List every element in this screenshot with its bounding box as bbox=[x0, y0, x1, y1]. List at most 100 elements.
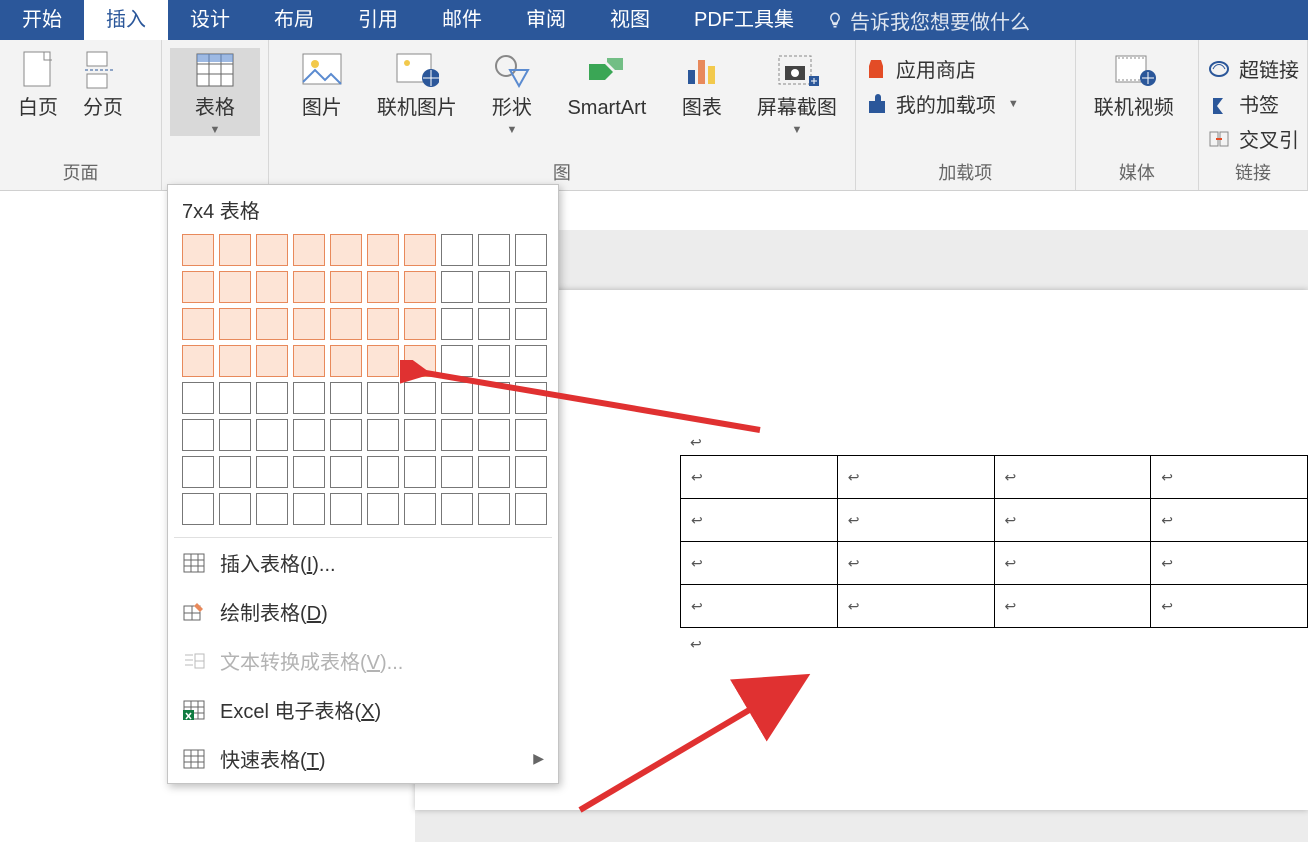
grid-cell[interactable] bbox=[256, 493, 288, 525]
grid-cell[interactable] bbox=[478, 493, 510, 525]
grid-cell[interactable] bbox=[219, 419, 251, 451]
grid-cell[interactable] bbox=[293, 234, 325, 266]
tab-review[interactable]: 审阅 bbox=[504, 0, 588, 40]
grid-cell[interactable] bbox=[330, 345, 362, 377]
excel-spreadsheet-menuitem[interactable]: Excel 电子表格(X) bbox=[168, 685, 558, 734]
grid-cell[interactable] bbox=[182, 419, 214, 451]
grid-cell[interactable] bbox=[219, 308, 251, 340]
grid-cell[interactable] bbox=[478, 271, 510, 303]
grid-cell[interactable] bbox=[404, 271, 436, 303]
table-cell[interactable]: ↩ bbox=[681, 456, 838, 499]
table-cell[interactable]: ↩ bbox=[1151, 499, 1308, 542]
grid-cell[interactable] bbox=[256, 456, 288, 488]
grid-cell[interactable] bbox=[404, 234, 436, 266]
tab-design[interactable]: 设计 bbox=[168, 0, 252, 40]
table-cell[interactable]: ↩ bbox=[1151, 585, 1308, 628]
table-button[interactable]: 表格 ▼ bbox=[170, 48, 260, 136]
grid-cell[interactable] bbox=[330, 382, 362, 414]
page-break-button[interactable]: 分页 bbox=[68, 48, 138, 120]
grid-cell[interactable] bbox=[256, 382, 288, 414]
grid-cell[interactable] bbox=[515, 345, 547, 377]
grid-cell[interactable] bbox=[478, 308, 510, 340]
grid-cell[interactable] bbox=[404, 493, 436, 525]
table-cell[interactable]: ↩ bbox=[837, 542, 994, 585]
grid-cell[interactable] bbox=[441, 456, 473, 488]
grid-cell[interactable] bbox=[515, 234, 547, 266]
grid-cell[interactable] bbox=[182, 382, 214, 414]
screenshot-button[interactable]: 屏幕截图 ▼ bbox=[747, 48, 847, 136]
grid-cell[interactable] bbox=[367, 456, 399, 488]
tab-insert[interactable]: 插入 bbox=[84, 0, 168, 40]
grid-cell[interactable] bbox=[404, 308, 436, 340]
grid-cell[interactable] bbox=[330, 493, 362, 525]
tab-view[interactable]: 视图 bbox=[588, 0, 672, 40]
grid-cell[interactable] bbox=[182, 234, 214, 266]
table-cell[interactable]: ↩ bbox=[1151, 542, 1308, 585]
table-cell[interactable]: ↩ bbox=[994, 585, 1151, 628]
grid-cell[interactable] bbox=[182, 308, 214, 340]
grid-cell[interactable] bbox=[441, 234, 473, 266]
table-cell[interactable]: ↩ bbox=[994, 542, 1151, 585]
grid-cell[interactable] bbox=[478, 456, 510, 488]
table-cell[interactable]: ↩ bbox=[994, 499, 1151, 542]
grid-cell[interactable] bbox=[441, 493, 473, 525]
grid-cell[interactable] bbox=[515, 456, 547, 488]
grid-cell[interactable] bbox=[293, 456, 325, 488]
grid-cell[interactable] bbox=[478, 419, 510, 451]
grid-cell[interactable] bbox=[441, 345, 473, 377]
tab-references[interactable]: 引用 bbox=[336, 0, 420, 40]
crossref-button[interactable]: 交叉引 bbox=[1207, 124, 1299, 153]
grid-cell[interactable] bbox=[404, 345, 436, 377]
grid-cell[interactable] bbox=[478, 345, 510, 377]
grid-cell[interactable] bbox=[367, 234, 399, 266]
grid-cell[interactable] bbox=[515, 271, 547, 303]
grid-cell[interactable] bbox=[441, 271, 473, 303]
grid-cell[interactable] bbox=[330, 308, 362, 340]
grid-cell[interactable] bbox=[515, 493, 547, 525]
grid-cell[interactable] bbox=[293, 308, 325, 340]
grid-cell[interactable] bbox=[219, 345, 251, 377]
grid-cell[interactable] bbox=[219, 271, 251, 303]
grid-cell[interactable] bbox=[182, 271, 214, 303]
grid-cell[interactable] bbox=[293, 493, 325, 525]
table-cell[interactable]: ↩ bbox=[681, 499, 838, 542]
grid-cell[interactable] bbox=[367, 308, 399, 340]
tab-layout[interactable]: 布局 bbox=[252, 0, 336, 40]
grid-cell[interactable] bbox=[367, 493, 399, 525]
grid-cell[interactable] bbox=[441, 308, 473, 340]
grid-cell[interactable] bbox=[404, 382, 436, 414]
quick-tables-menuitem[interactable]: 快速表格(T) ▶ bbox=[168, 734, 558, 783]
grid-cell[interactable] bbox=[256, 419, 288, 451]
grid-cell[interactable] bbox=[330, 456, 362, 488]
picture-button[interactable]: 图片 bbox=[277, 48, 367, 120]
grid-cell[interactable] bbox=[478, 382, 510, 414]
online-video-button[interactable]: 联机视频 bbox=[1084, 48, 1184, 120]
hyperlink-button[interactable]: 超链接 bbox=[1207, 54, 1299, 83]
grid-cell[interactable] bbox=[182, 493, 214, 525]
store-button[interactable]: 应用商店 bbox=[864, 54, 1019, 83]
tab-pdf[interactable]: PDF工具集 bbox=[672, 0, 816, 40]
grid-cell[interactable] bbox=[256, 271, 288, 303]
grid-cell[interactable] bbox=[182, 345, 214, 377]
chart-button[interactable]: 图表 bbox=[657, 48, 747, 120]
grid-cell[interactable] bbox=[219, 493, 251, 525]
grid-cell[interactable] bbox=[515, 382, 547, 414]
grid-cell[interactable] bbox=[293, 271, 325, 303]
draw-table-menuitem[interactable]: 绘制表格(D) bbox=[168, 587, 558, 636]
table-cell[interactable]: ↩ bbox=[837, 585, 994, 628]
grid-cell[interactable] bbox=[441, 419, 473, 451]
blank-page-button[interactable]: 白页 bbox=[8, 48, 68, 120]
grid-cell[interactable] bbox=[330, 419, 362, 451]
grid-cell[interactable] bbox=[219, 456, 251, 488]
table-cell[interactable]: ↩ bbox=[681, 585, 838, 628]
smartart-button[interactable]: SmartArt bbox=[557, 48, 657, 120]
table-cell[interactable]: ↩ bbox=[837, 499, 994, 542]
grid-cell[interactable] bbox=[515, 419, 547, 451]
table-size-grid[interactable] bbox=[168, 234, 558, 537]
online-picture-button[interactable]: 联机图片 bbox=[367, 48, 467, 120]
grid-cell[interactable] bbox=[367, 419, 399, 451]
grid-cell[interactable] bbox=[478, 234, 510, 266]
tab-mail[interactable]: 邮件 bbox=[420, 0, 504, 40]
grid-cell[interactable] bbox=[515, 308, 547, 340]
shapes-button[interactable]: 形状 ▼ bbox=[467, 48, 557, 136]
